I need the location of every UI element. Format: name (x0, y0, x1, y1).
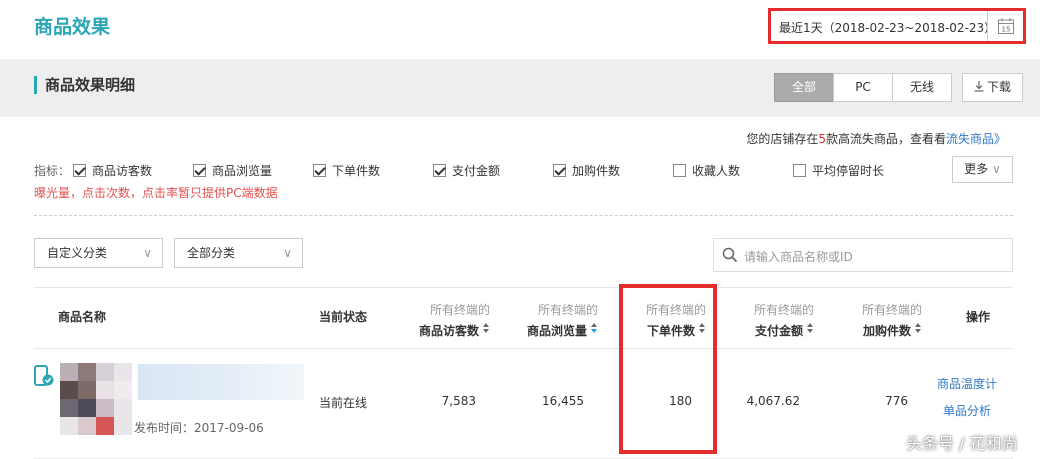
notice-count: 5 (818, 132, 826, 146)
select-value: 全部分类 (187, 246, 236, 260)
pc-only-warning: 曝光量，点击次数，点击率暂只提供PC端数据 (34, 186, 278, 200)
dashed-divider (34, 215, 1013, 216)
col-label: 商品浏览量 (526, 324, 587, 338)
custom-category-select[interactable]: 自定义分类 ∨ (34, 238, 163, 268)
single-product-analysis-link[interactable]: 单品分析 (943, 402, 991, 419)
metric-cart-checkbox[interactable]: 加购件数 (553, 162, 620, 179)
checkbox-label: 商品访客数 (92, 164, 153, 178)
metric-orders-checkbox[interactable]: 下单件数 (313, 162, 380, 179)
checkbox-label: 平均停留时长 (812, 164, 885, 178)
tab-pc[interactable]: PC (833, 73, 893, 102)
col-prefix: 所有终端的 (753, 303, 814, 317)
table-header: 商品名称 当前状态 所有终端的 商品访客数 所有终端的 商品浏览量 所有终端的 … (34, 287, 1013, 349)
col-label: 支付金额 (754, 324, 803, 338)
top-header: 商品效果 最近1天（2018-02-23~2018-02-23） 15 (0, 0, 1040, 56)
chevron-down-icon: ∨ (143, 246, 152, 260)
product-thumbnail[interactable] (60, 363, 132, 435)
sort-icon[interactable] (915, 323, 922, 334)
search-icon[interactable] (722, 247, 738, 263)
download-icon (974, 81, 984, 92)
status-cell: 当前在线 (319, 396, 368, 410)
col-prefix: 所有终端的 (861, 303, 922, 317)
col-prefix: 所有终端的 (537, 303, 598, 317)
views-cell: 16,455 (542, 394, 584, 408)
watermark: 头条号 / 花和尚 (906, 434, 1018, 453)
notice-middle: 款高流失商品，查看看 (825, 132, 946, 146)
divider (987, 11, 988, 41)
checkbox-label: 收藏人数 (692, 164, 741, 178)
col-payment[interactable]: 所有终端的 支付金额 (718, 288, 814, 348)
checkbox[interactable] (553, 164, 566, 177)
download-button[interactable]: 下载 (962, 73, 1023, 102)
checkbox[interactable] (793, 164, 806, 177)
col-prefix: 所有终端的 (429, 303, 490, 317)
notice-prefix: 您的店铺存在 (746, 132, 819, 146)
more-metrics-dropdown[interactable]: 更多 ∨ (952, 156, 1013, 183)
col-label: 加购件数 (862, 324, 911, 338)
churn-products-link[interactable]: 流失商品》 (946, 132, 1006, 146)
churn-notice: 您的店铺存在5款高流失商品，查看看流失商品》 (746, 130, 1006, 147)
checkbox-label: 支付金额 (452, 164, 501, 178)
col-visitors[interactable]: 所有终端的 商品访客数 (394, 288, 490, 348)
search-placeholder: 请输入商品名称或ID (744, 250, 853, 264)
svg-text:15: 15 (1002, 26, 1011, 34)
checkbox[interactable] (73, 164, 86, 177)
checkbox[interactable] (193, 164, 206, 177)
product-title-blurred[interactable] (138, 364, 304, 400)
metric-visitors-checkbox[interactable]: 商品访客数 (73, 162, 152, 179)
date-range-text: 最近1天（2018-02-23~2018-02-23） (779, 21, 997, 35)
product-search-input[interactable]: 请输入商品名称或ID (713, 238, 1013, 272)
col-label: 商品访客数 (418, 324, 479, 338)
page-title: 商品效果 (34, 16, 111, 38)
section-title: 商品效果明细 (34, 76, 135, 94)
col-product-name: 商品名称 (58, 310, 107, 324)
more-label: 更多 (964, 162, 989, 176)
visitors-cell: 7,583 (441, 394, 476, 408)
download-label: 下载 (986, 80, 1011, 94)
orders-column-highlight (619, 284, 717, 454)
sort-icon[interactable] (807, 323, 814, 334)
all-category-select[interactable]: 全部分类 ∨ (174, 238, 303, 268)
tab-wireless[interactable]: 无线 (892, 73, 952, 102)
checkbox[interactable] (313, 164, 326, 177)
metric-avg-stay-checkbox[interactable]: 平均停留时长 (793, 162, 884, 179)
tab-all[interactable]: 全部 (774, 73, 834, 102)
payment-cell: 4,067.62 (746, 394, 800, 408)
checkbox[interactable] (433, 164, 446, 177)
metric-views-checkbox[interactable]: 商品浏览量 (193, 162, 272, 179)
checkbox[interactable] (673, 164, 686, 177)
sort-icon[interactable] (591, 323, 598, 334)
col-actions: 操作 (966, 310, 991, 324)
calendar-icon[interactable]: 15 (997, 17, 1015, 35)
date-range-picker[interactable]: 最近1天（2018-02-23~2018-02-23） 15 (768, 8, 1026, 44)
sort-icon[interactable] (483, 323, 490, 334)
table-row: 发布时间：2017-09-06 当前在线 7,583 16,455 180 4,… (34, 350, 1013, 459)
publish-time: 发布时间：2017-09-06 (134, 421, 264, 435)
col-cart[interactable]: 所有终端的 加购件数 (826, 288, 922, 348)
chevron-down-icon: ∨ (283, 246, 292, 260)
chevron-down-icon: ∨ (992, 162, 1001, 176)
checkbox-label: 加购件数 (572, 164, 621, 178)
metrics-label: 指标： (34, 164, 71, 178)
select-value: 自定义分类 (47, 246, 108, 260)
col-status: 当前状态 (319, 310, 368, 324)
product-thermometer-link[interactable]: 商品温度计 (937, 375, 997, 392)
metric-favorites-checkbox[interactable]: 收藏人数 (673, 162, 740, 179)
checkbox-label: 下单件数 (332, 164, 381, 178)
mobile-device-icon (34, 365, 54, 386)
metric-payment-checkbox[interactable]: 支付金额 (433, 162, 500, 179)
col-views[interactable]: 所有终端的 商品浏览量 (502, 288, 598, 348)
cart-cell: 776 (885, 394, 908, 408)
section-header: 商品效果明细 全部 PC 无线 下载 (0, 59, 1040, 117)
checkbox-label: 商品浏览量 (212, 164, 273, 178)
